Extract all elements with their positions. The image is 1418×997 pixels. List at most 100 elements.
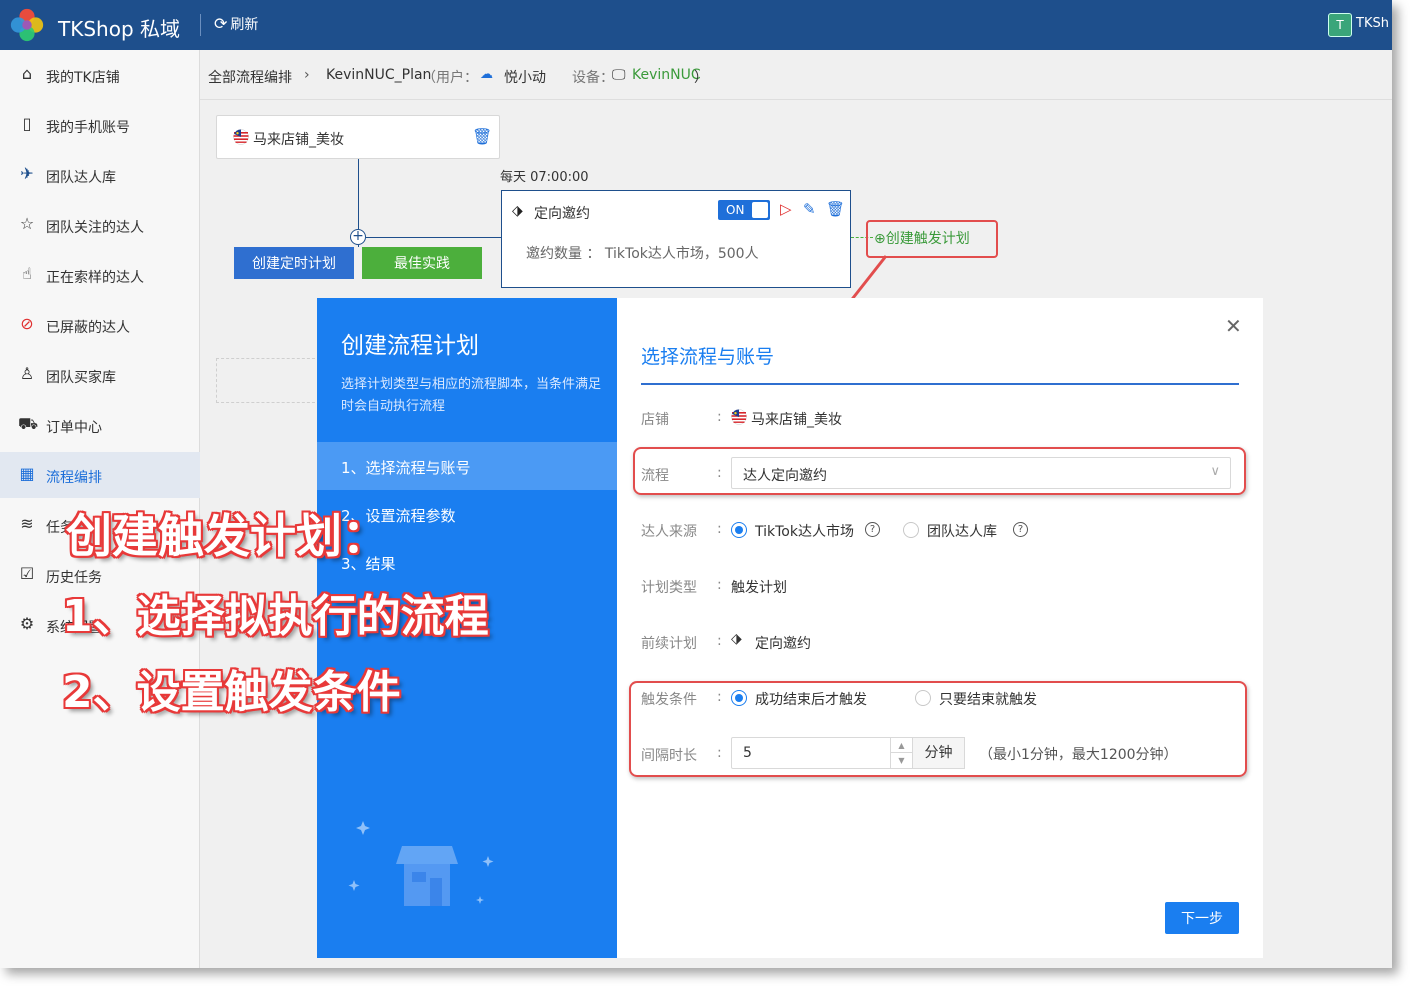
- play-icon[interactable]: ▷: [780, 200, 792, 218]
- sidebar-item-label: 订单中心: [46, 420, 102, 436]
- help-icon[interactable]: ?: [1013, 522, 1028, 537]
- connector-line: [358, 245, 359, 247]
- sidebar-item-orders[interactable]: ⛟ 订单中心: [0, 402, 200, 448]
- annotation-title: 创建触发计划：: [66, 509, 388, 563]
- prev-plan-field-value: 定向邀约: [755, 636, 811, 652]
- phone-icon: ▯: [22, 114, 32, 133]
- breadcrumb-root[interactable]: 全部流程编排: [208, 67, 292, 87]
- subtitle-underline: [641, 383, 1239, 385]
- creator-icon: ✈: [20, 164, 34, 183]
- app-window: TKShop 私域 ⟳ 刷新 T TKSh ⌂ 我的TK店铺 ▯ 我的手机账号 ✈ 团队…: [0, 0, 1392, 968]
- breadcrumb-user-prefix: （用户：: [422, 70, 478, 86]
- handshake-icon: ⬗: [731, 631, 742, 647]
- sidebar-item-phone-accounts[interactable]: ▯ 我的手机账号: [0, 102, 200, 148]
- sidebar-item-followed-creators[interactable]: ☆ 团队关注的达人: [0, 202, 200, 248]
- user-cloud-icon: ☁: [480, 67, 493, 82]
- hand-icon: ☝: [22, 264, 32, 283]
- sidebar-item-label: 团队关注的达人: [46, 220, 144, 236]
- step-label: 1、选择流程与账号: [341, 459, 471, 477]
- add-node-plus-icon[interactable]: +: [350, 229, 366, 245]
- shop-node-name: 马来店铺_美妆: [253, 132, 344, 148]
- truck-icon: ⛟: [18, 414, 39, 433]
- sidebar-item-label: 团队买家库: [46, 370, 116, 386]
- sidebar-item-label: 团队达人库: [46, 170, 116, 186]
- sidebar-item-sampling-creators[interactable]: ☝ 正在索样的达人: [0, 252, 200, 298]
- shop-field-label: 店铺: [641, 412, 669, 428]
- prev-plan-field-label: 前续计划: [641, 636, 697, 652]
- monitor-icon: 🖵: [612, 67, 626, 83]
- user-name[interactable]: TKSh: [1356, 16, 1389, 31]
- type-field-label: 计划类型: [641, 580, 697, 596]
- highlight-box: [629, 681, 1247, 777]
- highlight-box: [633, 447, 1246, 495]
- sidebar-item-label: 我的TK店铺: [46, 70, 120, 86]
- source-radio-team[interactable]: [903, 522, 919, 538]
- field-colon: :: [717, 409, 722, 425]
- modal-description: 选择计划类型与相应的流程脚本，当条件满足时会自动执行流程: [341, 377, 602, 414]
- layers-icon: ≋: [20, 514, 34, 533]
- shop-icon: ⌂: [21, 64, 33, 83]
- handshake-icon: ⬗: [512, 203, 523, 219]
- close-icon[interactable]: ✕: [1225, 314, 1242, 338]
- top-header: TKShop 私域 ⟳ 刷新 T TKSh: [0, 0, 1392, 50]
- breadcrumb-device[interactable]: KevinNUC: [632, 67, 701, 83]
- malaysia-flag-icon: [731, 409, 747, 425]
- schedule-label: 每天 07:00:00: [500, 170, 589, 185]
- sidebar-item-label: 已屏蔽的达人: [46, 320, 130, 336]
- breadcrumb-user: 悦小动: [504, 70, 546, 86]
- star-icon: ☆: [19, 214, 35, 233]
- annotation-step-1: 1、选择拟执行的流程: [62, 591, 489, 642]
- create-timer-plan-button[interactable]: 创建定时计划: [234, 247, 354, 279]
- sidebar-item-creator-library[interactable]: ✈ 团队达人库: [0, 152, 200, 198]
- sidebar-item-tk-shops[interactable]: ⌂ 我的TK店铺: [0, 52, 200, 98]
- refresh-icon: ⟳: [214, 14, 228, 33]
- sidebar-item-blocked-creators[interactable]: ⊘ 已屏蔽的达人: [0, 302, 200, 348]
- modal-content: ✕ 选择流程与账号 店铺 : 马来店铺_美妆 流程 : 达人定向邀约 ∨ 达人来…: [617, 298, 1263, 958]
- blocked-icon: ⊘: [20, 314, 34, 333]
- user-avatar[interactable]: T: [1328, 13, 1352, 37]
- refresh-button[interactable]: ⟳ 刷新: [214, 14, 258, 34]
- source-radio-tiktok[interactable]: [731, 522, 747, 538]
- shop-field-value: 马来店铺_美妆: [751, 412, 842, 428]
- sidebar-item-label: 我的手机账号: [46, 120, 130, 136]
- toggle-knob: [752, 202, 768, 218]
- app-title: TKShop 私域: [58, 17, 180, 41]
- connector-line: [358, 159, 359, 229]
- help-icon[interactable]: ?: [865, 522, 880, 537]
- next-step-button[interactable]: 下一步: [1165, 902, 1239, 934]
- toggle-label: ON: [726, 203, 745, 217]
- shop-node[interactable]: 马来店铺_美妆 🗑: [216, 115, 500, 159]
- best-practice-button[interactable]: 最佳实践: [362, 247, 482, 279]
- plan-node-name: 定向邀约: [534, 206, 590, 222]
- refresh-label: 刷新: [230, 17, 259, 33]
- plan-detail: 邀约数量 ： TikTok达人市场，500人: [526, 246, 759, 262]
- calendar-icon: ▦: [19, 464, 35, 483]
- gear-icon: ⚙: [19, 614, 35, 633]
- header-divider: [200, 14, 201, 36]
- sidebar-item-label: 流程编排: [46, 470, 102, 486]
- sidebar-item-workflows[interactable]: ▦ 流程编排: [0, 452, 200, 498]
- clipboard-icon: ☑: [19, 564, 35, 583]
- sidebar-item-buyer-library[interactable]: ♙ 团队买家库: [0, 352, 200, 398]
- field-colon: :: [717, 633, 722, 649]
- source-option-tiktok[interactable]: TikTok达人市场: [755, 521, 854, 541]
- plan-enabled-toggle[interactable]: ON: [718, 200, 770, 220]
- connector-line: [366, 237, 501, 238]
- user-icon: ♙: [19, 364, 35, 383]
- modal-title: 创建流程计划: [341, 333, 479, 359]
- breadcrumb: 全部流程编排 › KevinNUC_Plan （用户： ☁ 悦小动 设备： 🖵 …: [200, 50, 1392, 100]
- sidebar-item-label: 正在索样的达人: [46, 270, 144, 286]
- store-illustration-icon: [348, 821, 494, 906]
- source-option-team[interactable]: 团队达人库: [927, 521, 997, 541]
- empty-node-placeholder: [216, 358, 320, 403]
- breadcrumb-plan: KevinNUC_Plan: [326, 67, 432, 83]
- breadcrumb-device-prefix: 设备：: [572, 70, 614, 86]
- edit-icon[interactable]: ✎: [803, 200, 816, 218]
- trash-icon[interactable]: 🗑: [472, 127, 492, 146]
- chevron-right-icon: ›: [304, 67, 310, 83]
- plan-node[interactable]: ⬗ 定向邀约 ON ▷ ✎ 🗑 邀约数量 ： TikTok达人市场，500人: [501, 190, 851, 288]
- trash-icon[interactable]: 🗑: [826, 200, 845, 218]
- step-select-flow[interactable]: 1、选择流程与账号: [317, 442, 617, 490]
- breadcrumb-suffix: ）: [694, 70, 708, 86]
- malaysia-flag-icon: [233, 129, 249, 145]
